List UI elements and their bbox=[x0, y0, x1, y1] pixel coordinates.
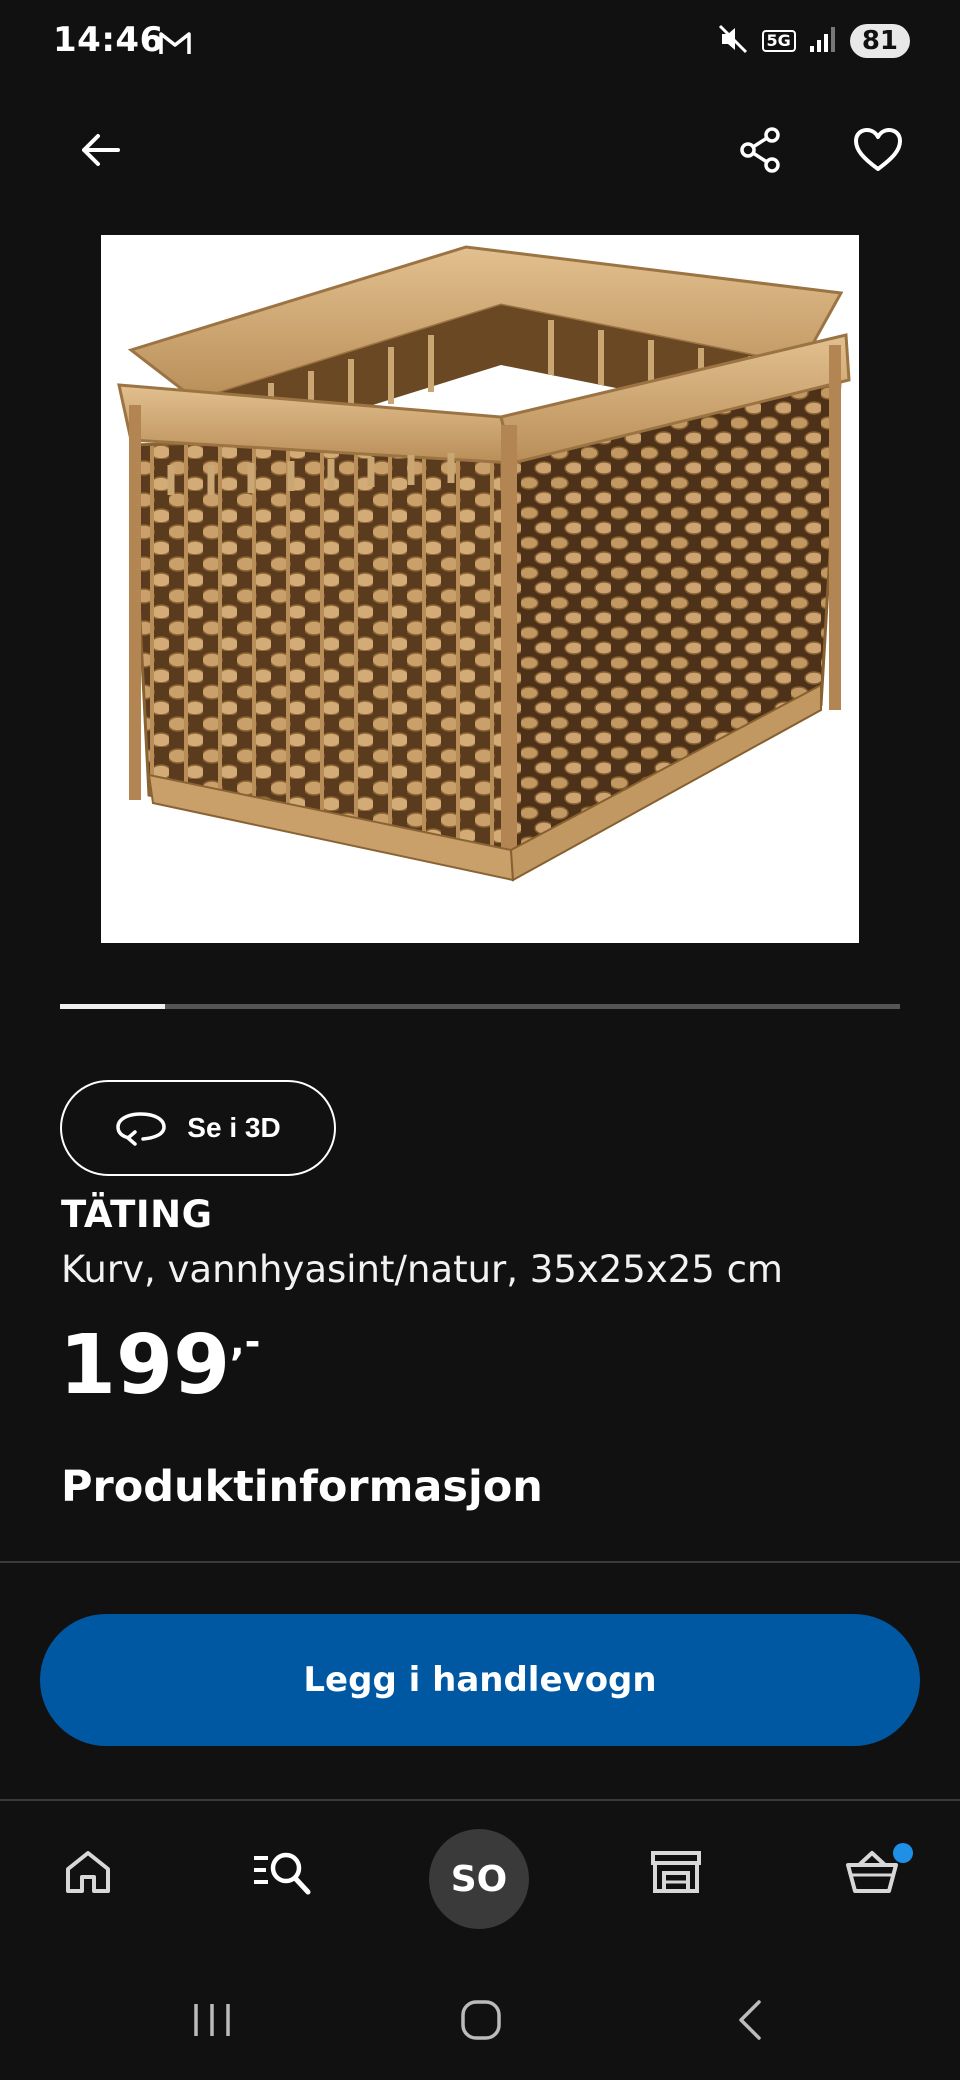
back-button[interactable] bbox=[60, 110, 140, 190]
home-circle-icon bbox=[461, 2000, 501, 2040]
recents-button[interactable] bbox=[172, 1990, 252, 2050]
mute-icon bbox=[716, 22, 750, 60]
battery-icon: 81 bbox=[849, 24, 910, 58]
view-3d-button[interactable]: Se i 3D bbox=[60, 1080, 336, 1176]
store-icon bbox=[651, 1851, 701, 1893]
divider bbox=[0, 1799, 960, 1801]
avatar[interactable]: SO bbox=[429, 1829, 529, 1929]
home-icon bbox=[66, 1851, 110, 1893]
price-value: 199 bbox=[59, 1318, 231, 1413]
favorite-button[interactable] bbox=[838, 110, 918, 190]
chevron-left-icon bbox=[739, 2000, 761, 2040]
basket-image bbox=[117, 245, 851, 882]
product-info-heading[interactable]: Produktinformasjon bbox=[61, 1462, 543, 1512]
arrow-left-icon bbox=[82, 134, 120, 166]
carousel-indicator bbox=[60, 1004, 900, 1009]
product-image[interactable] bbox=[101, 235, 859, 943]
rotate-3d-icon bbox=[116, 1112, 167, 1146]
nav-search[interactable] bbox=[232, 1822, 332, 1922]
nav-cart[interactable] bbox=[822, 1822, 922, 1922]
share-button[interactable] bbox=[720, 110, 800, 190]
add-to-cart-button[interactable]: Legg i handlevogn bbox=[40, 1614, 920, 1746]
back-system-button[interactable] bbox=[710, 1990, 790, 2050]
gmail-icon bbox=[158, 30, 192, 60]
signal-icon bbox=[808, 24, 838, 58]
home-system-button[interactable] bbox=[441, 1990, 521, 2050]
nav-stores[interactable] bbox=[626, 1822, 726, 1922]
heart-icon bbox=[854, 128, 902, 171]
product-price: 199 ,- bbox=[59, 1318, 260, 1413]
status-bar: 14:46 5G 81 bbox=[0, 0, 960, 90]
nav-home[interactable] bbox=[38, 1822, 138, 1922]
price-suffix: ,- bbox=[230, 1320, 261, 1364]
top-bar bbox=[0, 110, 960, 200]
divider bbox=[0, 1561, 960, 1563]
search-list-icon bbox=[254, 1852, 311, 1895]
status-icons: 5G 81 bbox=[716, 22, 910, 60]
status-time: 14:46 bbox=[53, 20, 164, 60]
product-description: Kurv, vannhyasint/natur, 35x25x25 cm bbox=[61, 1248, 783, 1291]
view-3d-label: Se i 3D bbox=[187, 1112, 281, 1143]
cart-badge bbox=[893, 1843, 913, 1863]
bottom-nav: SO bbox=[0, 1802, 960, 1952]
5g-icon: 5G bbox=[761, 30, 796, 52]
carousel-indicator-fill bbox=[60, 1004, 165, 1009]
recents-icon bbox=[194, 2004, 230, 2036]
cart-icon bbox=[846, 1851, 898, 1893]
product-name: TÄTING bbox=[61, 1193, 213, 1236]
system-nav-bar bbox=[0, 1960, 960, 2080]
share-icon bbox=[740, 127, 780, 173]
